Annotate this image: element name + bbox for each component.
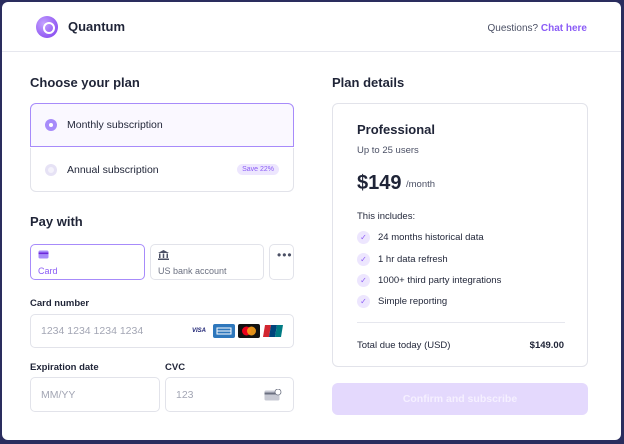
plan-name: Professional xyxy=(357,122,436,137)
includes-label: This includes: xyxy=(357,211,416,222)
brand-name: Quantum xyxy=(68,19,126,34)
payment-method-bank[interactable]: US bank account xyxy=(150,244,264,280)
feature-label: 1000+ third party integrations xyxy=(378,275,502,286)
feature-item: ✓ 1000+ third party integrations xyxy=(357,274,501,287)
plan-users: Up to 25 users xyxy=(357,145,419,156)
payment-method-more[interactable]: ••• xyxy=(269,244,294,280)
plan-price: $149 xyxy=(357,172,402,194)
cvc-label: CVC xyxy=(165,362,186,373)
more-dots-icon: ••• xyxy=(277,248,293,262)
questions-label: Questions? xyxy=(487,23,539,34)
feature-label: 24 months historical data xyxy=(378,232,484,243)
cvc-card-icon xyxy=(264,389,282,401)
save-badge: Save 22% xyxy=(237,164,279,175)
header: Quantum Questions? Chat here xyxy=(2,2,621,52)
check-icon: ✓ xyxy=(357,295,370,308)
unionpay-icon xyxy=(263,324,285,338)
plan-details-card: Professional Up to 25 users $149 /month … xyxy=(332,103,588,367)
amex-icon xyxy=(213,324,235,338)
feature-item: ✓ 1 hr data refresh xyxy=(357,253,448,266)
mastercard-icon xyxy=(238,324,260,338)
check-icon: ✓ xyxy=(357,253,370,266)
feature-item: ✓ 24 months historical data xyxy=(357,231,484,244)
help-text: Questions? Chat here xyxy=(488,23,588,34)
radio-unselected-icon[interactable] xyxy=(45,163,57,176)
total-label: Total due today (USD) xyxy=(357,340,451,351)
pay-with-heading: Pay with xyxy=(30,214,83,229)
check-icon: ✓ xyxy=(357,274,370,287)
payment-method-label: US bank account xyxy=(158,266,227,276)
radio-selected-icon[interactable] xyxy=(45,119,57,131)
expiry-input[interactable] xyxy=(30,377,160,412)
quantum-logo-icon xyxy=(36,15,58,38)
feature-label: 1 hr data refresh xyxy=(378,254,448,265)
feature-item: ✓ Simple reporting xyxy=(357,295,447,308)
check-icon: ✓ xyxy=(357,231,370,244)
plan-option-annual[interactable]: Annual subscription Save 22% xyxy=(30,148,294,192)
checkout-window: Quantum Questions? Chat here Choose your… xyxy=(2,2,621,440)
confirm-subscribe-button[interactable]: Confirm and subscribe xyxy=(332,383,588,415)
plan-option-monthly[interactable]: Monthly subscription xyxy=(30,103,294,147)
plan-details-heading: Plan details xyxy=(332,75,405,90)
card-number-label: Card number xyxy=(30,298,90,309)
visa-icon: VISA xyxy=(188,324,210,338)
plan-option-label: Annual subscription xyxy=(67,163,159,176)
total-value: $149.00 xyxy=(529,340,564,351)
card-brands: VISA xyxy=(188,324,285,338)
expiry-label: Expiration date xyxy=(30,362,99,373)
feature-label: Simple reporting xyxy=(378,296,448,307)
choose-plan-heading: Choose your plan xyxy=(30,75,140,90)
plan-option-label: Monthly subscription xyxy=(67,119,163,131)
credit-card-icon xyxy=(38,250,49,259)
payment-method-label: Card xyxy=(38,266,58,276)
divider xyxy=(357,322,565,323)
bank-icon xyxy=(158,250,169,260)
payment-method-card[interactable]: Card xyxy=(30,244,145,280)
plan-period: /month xyxy=(406,179,436,190)
chat-here-link[interactable]: Chat here xyxy=(541,23,587,34)
